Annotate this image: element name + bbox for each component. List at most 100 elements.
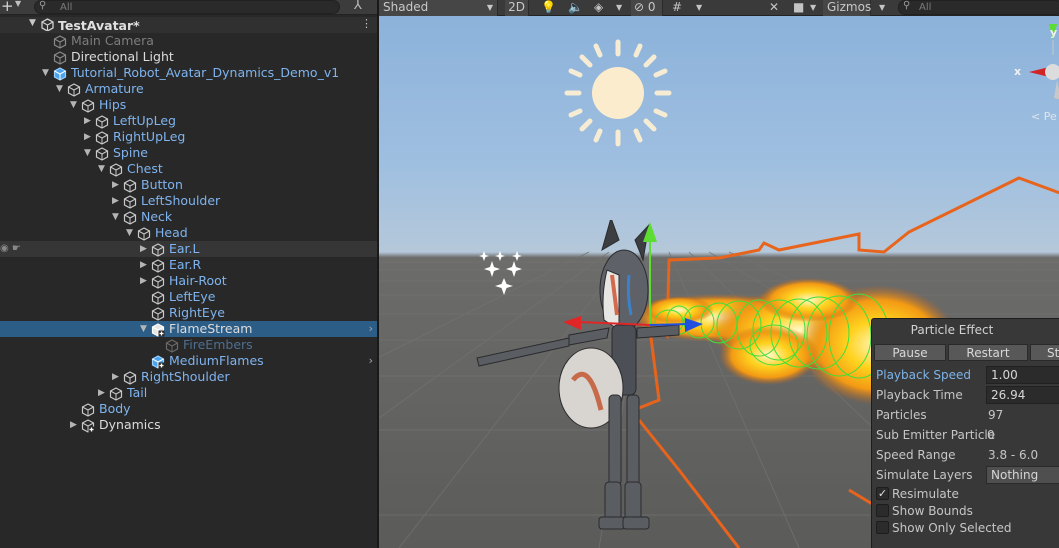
gameobject-cube-icon — [123, 179, 137, 193]
prefab-open-chevron-icon[interactable]: › — [369, 321, 373, 337]
collapsed-arrow-icon[interactable]: ▶ — [112, 193, 122, 209]
hierarchy-row[interactable]: ▶ Ear.R — [0, 257, 378, 273]
hierarchy-row-label: Ear.R — [169, 257, 202, 272]
gameobject-cube-icon — [151, 307, 165, 321]
hierarchy-row[interactable]: Body — [0, 401, 378, 417]
expanded-arrow-icon[interactable]: ▼ — [98, 161, 108, 177]
speed-range-label: Speed Range — [876, 448, 956, 462]
collapsed-arrow-icon[interactable]: ▶ — [112, 177, 122, 193]
gameobject-cube-icon — [53, 51, 67, 65]
search-icon: ⚲ — [903, 0, 911, 11]
hierarchy-row[interactable]: ▶ Tail — [0, 385, 378, 401]
collapsed-arrow-icon[interactable]: ▶ — [112, 369, 122, 385]
scene-visibility-icon[interactable]: ⅄ — [354, 0, 362, 13]
gizmos-dropdown-icon[interactable]: ▼ — [879, 0, 885, 16]
expanded-arrow-icon[interactable]: ▼ — [42, 65, 52, 81]
scene-menu-icon[interactable]: ⋮ — [361, 17, 372, 30]
effects-dropdown-icon[interactable]: ▼ — [616, 0, 622, 16]
hierarchy-panel: + ▼ ⚲ All ⅄ ▼ TestAvatar* ⋮ Main Camera D… — [0, 0, 378, 548]
expanded-arrow-icon[interactable]: ▼ — [56, 81, 66, 97]
hierarchy-row-label: Directional Light — [71, 49, 174, 64]
playback-speed-field[interactable]: 1.00 — [986, 366, 1059, 384]
add-icon[interactable]: + — [1, 0, 14, 15]
show-only-selected-checkbox[interactable] — [876, 521, 889, 534]
hierarchy-row[interactable]: ▶ Dynamics — [0, 417, 378, 433]
tools-icon[interactable]: ✕ — [769, 0, 779, 16]
hierarchy-row[interactable]: ▶ RightUpLeg — [0, 129, 378, 145]
audio-toggle-icon[interactable]: 🔈 — [568, 0, 583, 16]
hierarchy-row[interactable]: ▶ Button — [0, 177, 378, 193]
hierarchy-row[interactable]: ▶ LeftUpLeg — [0, 113, 378, 129]
expanded-arrow-icon[interactable]: ▼ — [126, 225, 136, 241]
expanded-arrow-icon[interactable]: ▼ — [84, 145, 94, 161]
grid-dropdown-icon[interactable]: ▼ — [696, 0, 702, 16]
stop-button[interactable]: St — [1030, 344, 1059, 361]
expanded-arrow-icon[interactable]: ▼ — [112, 209, 122, 225]
hierarchy-row[interactable]: FireEmbers — [0, 337, 378, 353]
collapsed-arrow-icon[interactable]: ▶ — [70, 417, 80, 433]
sub-emitter-value: 0 — [987, 428, 995, 442]
collapsed-arrow-icon[interactable]: ▶ — [140, 273, 150, 289]
panel-divider[interactable] — [377, 0, 379, 548]
hierarchy-row[interactable]: RightEye — [0, 305, 378, 321]
hierarchy-row[interactable]: ▼ Tutorial_Robot_Avatar_Dynamics_Demo_v1 — [0, 65, 378, 81]
hierarchy-row[interactable]: ▼ FlameStream › — [0, 321, 378, 337]
toggle-2d-button[interactable]: 2D — [505, 0, 529, 16]
restart-button[interactable]: Restart — [948, 344, 1028, 361]
hierarchy-row[interactable]: ▼ Head — [0, 225, 378, 241]
hierarchy-row[interactable]: ▼ Hips — [0, 97, 378, 113]
projection-label[interactable]: < Pe — [1031, 110, 1057, 123]
expanded-arrow-icon[interactable]: ▼ — [70, 97, 80, 113]
hierarchy-row[interactable]: ▼ Spine — [0, 145, 378, 161]
resimulate-checkbox[interactable]: ✓ — [876, 487, 889, 500]
hierarchy-row[interactable]: ▼ Chest — [0, 161, 378, 177]
pause-button[interactable]: Pause — [874, 344, 946, 361]
scene-header-row[interactable]: ▼ TestAvatar* ⋮ — [0, 17, 378, 33]
playback-speed-label[interactable]: Playback Speed — [876, 368, 971, 382]
collapsed-arrow-icon[interactable]: ▶ — [140, 257, 150, 273]
hierarchy-row[interactable]: ▼ Armature — [0, 81, 378, 97]
scene-search-field[interactable]: ⚲ All — [898, 0, 1059, 15]
hierarchy-search-field[interactable]: ⚲ All — [34, 0, 340, 14]
hierarchy-row[interactable]: MediumFlames › — [0, 353, 378, 369]
collapsed-arrow-icon[interactable]: ▶ — [84, 129, 94, 145]
camera-dropdown-icon[interactable]: ▼ — [810, 0, 816, 16]
visibility-eye-icon[interactable]: ◉ ☛ — [0, 241, 21, 257]
unity-editor-window: + ▼ ⚲ All ⅄ ▼ TestAvatar* ⋮ Main Camera D… — [0, 0, 1059, 548]
lighting-toggle-icon[interactable]: 💡 — [541, 0, 556, 16]
hidden-objects-toggle[interactable]: ⊘ 0 — [631, 0, 663, 16]
gameobject-cube-icon — [151, 291, 165, 305]
hierarchy-row[interactable]: ▶ Ear.L ◉ ☛ — [0, 241, 378, 257]
collapsed-arrow-icon[interactable]: ▶ — [84, 113, 94, 129]
scene-view[interactable]: x y < Pe Shaded ▼ 2D 💡 🔈 ◈ ▼ ⊘ 0 # ▼ ✕ ■… — [379, 0, 1059, 548]
hierarchy-row-label: RightEye — [169, 305, 225, 320]
camera-icon[interactable]: ■ — [793, 0, 804, 16]
hierarchy-row[interactable]: ▶ RightShoulder — [0, 369, 378, 385]
collapse-arrow-icon[interactable]: ▼ — [29, 18, 36, 28]
hierarchy-row-label: Dynamics — [99, 417, 161, 432]
grid-toggle-icon[interactable]: # — [672, 0, 682, 16]
hierarchy-row-label: Ear.L — [169, 241, 200, 256]
effects-toggle-icon[interactable]: ◈ — [594, 0, 603, 16]
add-dropdown-icon[interactable]: ▼ — [15, 0, 21, 8]
show-bounds-checkbox[interactable] — [876, 504, 889, 517]
gameobject-cube-icon — [151, 243, 165, 257]
hierarchy-row[interactable]: Main Camera — [0, 33, 378, 49]
gameobject-cube-icon — [123, 371, 137, 385]
playback-time-field[interactable]: 26.94 — [986, 386, 1059, 404]
hierarchy-row[interactable]: ▼ Neck — [0, 209, 378, 225]
prefab-open-chevron-icon[interactable]: › — [369, 353, 373, 369]
collapsed-arrow-icon[interactable]: ▶ — [98, 385, 108, 401]
hierarchy-row[interactable]: Directional Light — [0, 49, 378, 65]
collapsed-arrow-icon[interactable]: ▶ — [140, 241, 150, 257]
expanded-arrow-icon[interactable]: ▼ — [140, 321, 150, 337]
hierarchy-row[interactable]: LeftEye — [0, 289, 378, 305]
shading-mode-dropdown[interactable]: Shaded ▼ — [379, 0, 498, 16]
hierarchy-row[interactable]: ▶ LeftShoulder — [0, 193, 378, 209]
simulate-layers-dropdown[interactable]: Nothing — [986, 466, 1059, 484]
gameobject-cube-icon — [137, 227, 151, 241]
gizmos-button[interactable]: Gizmos — [823, 0, 871, 16]
hierarchy-row-label: Tail — [127, 385, 148, 400]
hierarchy-row[interactable]: ▶ Hair-Root — [0, 273, 378, 289]
gizmos-label: Gizmos — [827, 0, 872, 14]
